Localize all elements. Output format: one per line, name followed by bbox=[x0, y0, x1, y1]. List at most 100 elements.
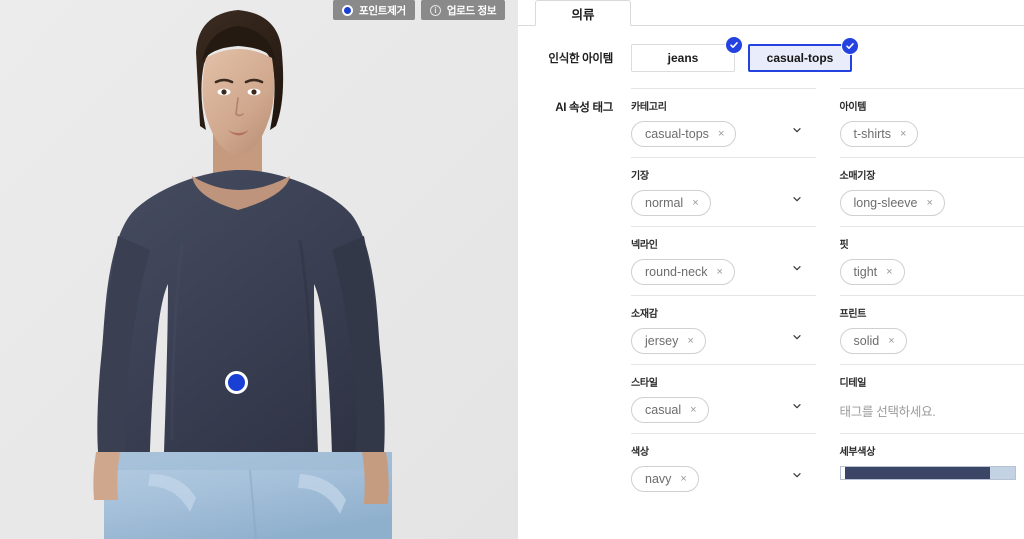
tag-pill-length-text: normal bbox=[645, 196, 684, 210]
check-circle-icon bbox=[725, 36, 743, 54]
attribute-column-right: 아이템 t-shirts × 소매기장 long-sleeve × 핏 tigh… bbox=[828, 88, 1024, 502]
field-neckline-body: round-neck × bbox=[631, 259, 816, 285]
field-category-label: 카테고리 bbox=[631, 102, 667, 113]
tag-pill-neckline[interactable]: round-neck × bbox=[631, 259, 735, 285]
field-length-label: 기장 bbox=[631, 171, 649, 182]
point-marker[interactable] bbox=[225, 371, 248, 394]
tag-pill-neckline-text: round-neck bbox=[645, 265, 708, 279]
chevron-down-icon[interactable] bbox=[792, 263, 802, 273]
field-style: 스타일 casual × bbox=[631, 364, 816, 433]
field-item-label: 아이템 bbox=[839, 102, 867, 113]
tag-pill-material-text: jersey bbox=[645, 334, 679, 348]
field-color-label: 색상 bbox=[631, 447, 649, 458]
remove-tag-icon[interactable]: × bbox=[718, 128, 724, 140]
remove-point-label: 포인트제거 bbox=[359, 4, 406, 17]
tag-pill-fit[interactable]: tight × bbox=[839, 259, 905, 285]
model-illustration bbox=[0, 0, 518, 539]
canvas-toolbar: 포인트제거 i 업로드 정보 bbox=[333, 0, 506, 20]
remove-tag-icon[interactable]: × bbox=[690, 404, 696, 416]
field-print: 프린트 solid × bbox=[839, 295, 1024, 364]
field-detail-color-label: 세부색상 bbox=[839, 447, 876, 458]
field-length-body: normal × bbox=[631, 190, 816, 216]
chevron-down-icon[interactable] bbox=[792, 470, 802, 480]
panel-tabbar: 의류 bbox=[518, 0, 1024, 26]
chevron-down-icon[interactable] bbox=[792, 401, 802, 411]
field-detail-body[interactable]: 태그를 선택하세요. bbox=[840, 397, 1024, 423]
field-item-body: t-shirts × bbox=[839, 121, 1024, 147]
remove-tag-icon[interactable]: × bbox=[888, 335, 894, 347]
color-swatch-secondary[interactable] bbox=[989, 467, 1015, 479]
attribute-panel: 의류 인식한 아이템 jeans casual-tops AI 속성 태그 카테… bbox=[518, 0, 1024, 539]
tag-pill-style-text: casual bbox=[645, 403, 682, 417]
info-circle-icon: i bbox=[429, 4, 441, 16]
check-circle-icon bbox=[841, 37, 859, 55]
model-photo bbox=[0, 0, 518, 539]
remove-tag-icon[interactable]: × bbox=[687, 335, 693, 347]
field-detail-color: 세부색상 bbox=[839, 433, 1024, 490]
detail-color-swatch-bar[interactable] bbox=[839, 466, 1016, 480]
tag-pill-sleeve-length-text: long-sleeve bbox=[853, 196, 918, 210]
field-neckline: 넥라인 round-neck × bbox=[631, 226, 816, 295]
tag-pill-category[interactable]: casual-tops × bbox=[631, 121, 737, 147]
remove-tag-icon[interactable]: × bbox=[680, 473, 686, 485]
remove-tag-icon[interactable]: × bbox=[886, 266, 892, 278]
tab-clothing[interactable]: 의류 bbox=[535, 0, 631, 26]
remove-tag-icon[interactable]: × bbox=[900, 128, 906, 140]
field-print-body: solid × bbox=[839, 328, 1024, 354]
field-color-body: navy × bbox=[631, 466, 816, 492]
tab-clothing-label: 의류 bbox=[571, 7, 595, 22]
field-neckline-label: 넥라인 bbox=[631, 240, 658, 251]
remove-tag-icon[interactable]: × bbox=[717, 266, 723, 278]
field-detail: 디테일 태그를 선택하세요. bbox=[839, 364, 1024, 433]
tag-pill-length[interactable]: normal × bbox=[631, 190, 711, 216]
field-style-body: casual × bbox=[631, 397, 816, 423]
chevron-down-icon[interactable] bbox=[792, 194, 802, 204]
tag-pill-print[interactable]: solid × bbox=[839, 328, 907, 354]
tag-pill-fit-text: tight bbox=[853, 265, 878, 279]
upload-info-label: 업로드 정보 bbox=[446, 4, 497, 17]
tag-pill-sleeve-length[interactable]: long-sleeve × bbox=[839, 190, 945, 216]
recognized-items-list: jeans casual-tops bbox=[631, 36, 859, 72]
color-swatch-primary[interactable] bbox=[844, 467, 990, 479]
field-detail-placeholder: 태그를 선택하세요. bbox=[839, 404, 936, 419]
recognized-item-casual-tops-label: casual-tops bbox=[766, 51, 834, 65]
field-sleeve-length: 소매기장 long-sleeve × bbox=[839, 157, 1024, 226]
image-canvas[interactable]: 포인트제거 i 업로드 정보 bbox=[0, 0, 518, 539]
field-material-body: jersey × bbox=[631, 328, 816, 354]
remove-point-button[interactable]: 포인트제거 bbox=[333, 0, 415, 20]
field-sleeve-length-label: 소매기장 bbox=[839, 171, 876, 182]
tag-pill-style[interactable]: casual × bbox=[631, 397, 709, 423]
field-color: 색상 navy × bbox=[631, 433, 816, 502]
remove-tag-icon[interactable]: × bbox=[692, 197, 698, 209]
chevron-down-icon[interactable] bbox=[792, 125, 802, 135]
tag-pill-material[interactable]: jersey × bbox=[631, 328, 706, 354]
field-item: 아이템 t-shirts × bbox=[839, 88, 1024, 157]
attribute-column-left: 카테고리 casual-tops × 기장 normal × 넥라인 round… bbox=[631, 88, 828, 502]
field-material-label: 소재감 bbox=[631, 309, 658, 320]
remove-tag-icon[interactable]: × bbox=[926, 197, 932, 209]
tag-pill-color[interactable]: navy × bbox=[631, 466, 699, 492]
tag-pill-color-text: navy bbox=[645, 472, 672, 486]
ai-attribute-tags-label: AI 속성 태그 bbox=[555, 102, 613, 114]
recognized-item-casual-tops[interactable]: casual-tops bbox=[748, 37, 859, 72]
field-sleeve-length-body: long-sleeve × bbox=[839, 190, 1024, 216]
tag-pill-item[interactable]: t-shirts × bbox=[839, 121, 919, 147]
tag-pill-print-text: solid bbox=[853, 334, 880, 348]
recognized-item-jeans[interactable]: jeans bbox=[631, 36, 743, 72]
chevron-down-icon[interactable] bbox=[792, 332, 802, 342]
field-fit-body: tight × bbox=[839, 259, 1024, 285]
field-fit: 핏 tight × bbox=[839, 226, 1024, 295]
attribute-columns: 카테고리 casual-tops × 기장 normal × 넥라인 round… bbox=[631, 88, 1024, 502]
tag-pill-item-text: t-shirts bbox=[853, 127, 892, 141]
recognized-items-row: 인식한 아이템 jeans casual-tops bbox=[518, 26, 1024, 88]
field-category: 카테고리 casual-tops × bbox=[631, 88, 816, 157]
ai-attribute-tags-row: AI 속성 태그 카테고리 casual-tops × 기장 normal × … bbox=[518, 88, 1024, 502]
field-print-label: 프린트 bbox=[839, 309, 867, 320]
field-material: 소재감 jersey × bbox=[631, 295, 816, 364]
field-length: 기장 normal × bbox=[631, 157, 816, 226]
app-root: 포인트제거 i 업로드 정보 의류 인식한 아이템 jeans casual-t… bbox=[0, 0, 1024, 539]
field-category-body: casual-tops × bbox=[631, 121, 816, 147]
recognized-item-jeans-label: jeans bbox=[667, 51, 699, 65]
field-fit-label: 핏 bbox=[839, 240, 849, 251]
upload-info-button[interactable]: i 업로드 정보 bbox=[420, 0, 506, 20]
